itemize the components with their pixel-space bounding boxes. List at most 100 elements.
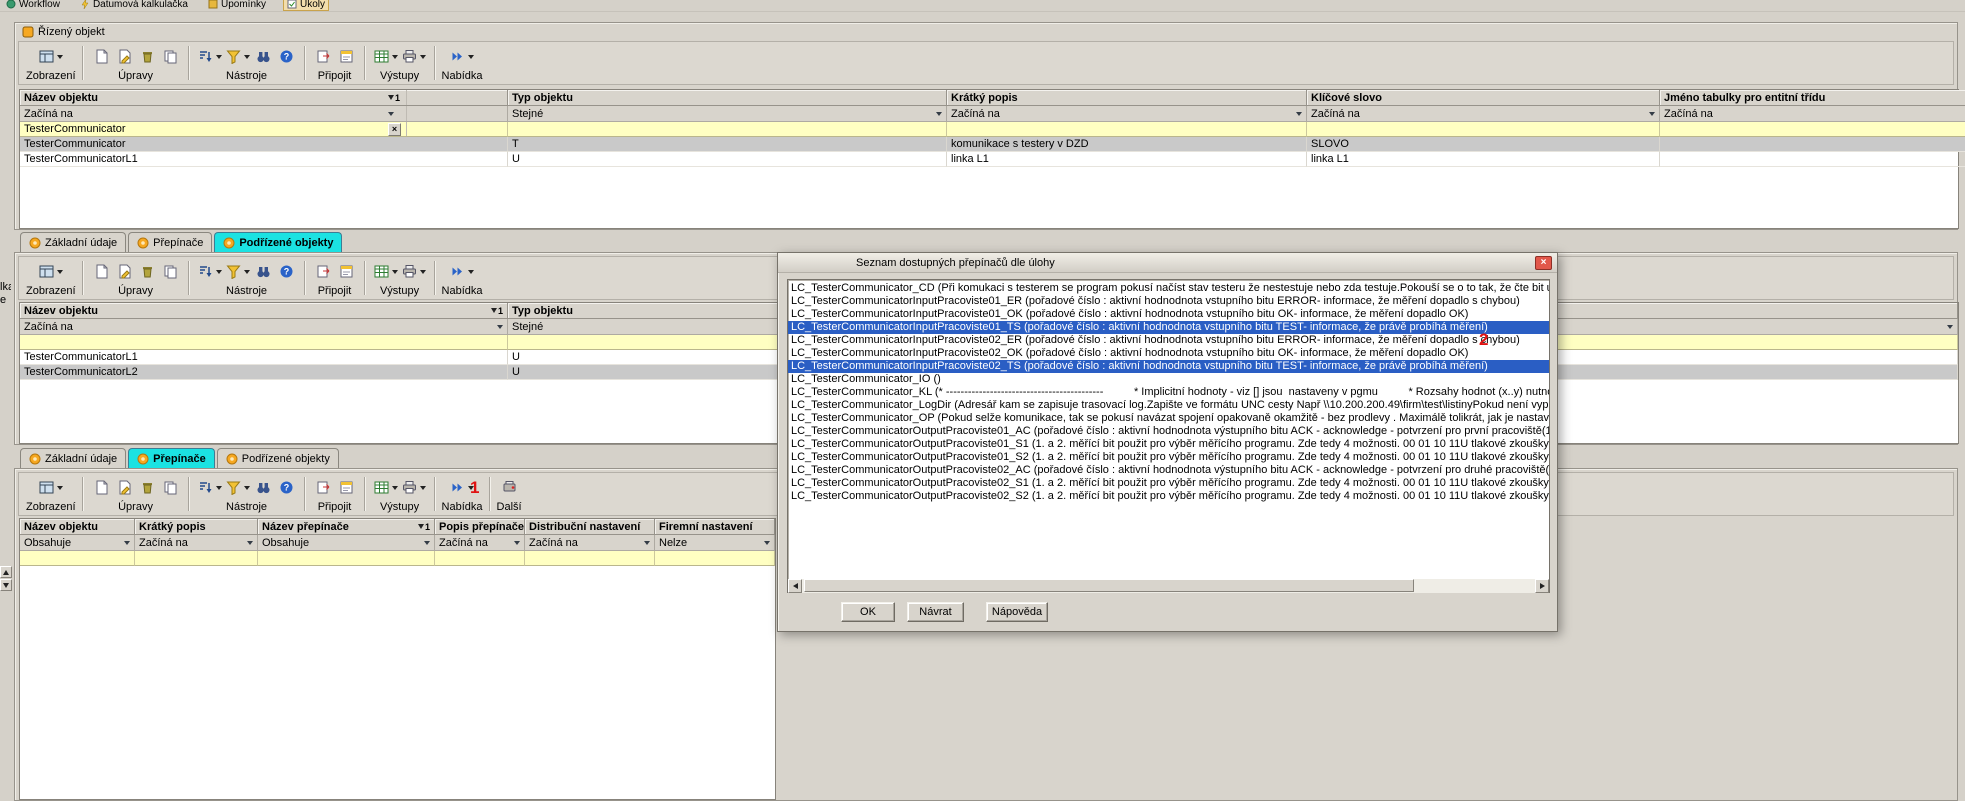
print-button[interactable] bbox=[400, 260, 428, 283]
edit-record-button[interactable] bbox=[113, 45, 136, 68]
filter-combo[interactable]: Začíná na bbox=[20, 106, 508, 122]
column-header-popis-prepinace[interactable]: Popis přepínače bbox=[435, 519, 525, 535]
column-header-nazev-objektu[interactable]: Název objektu1 bbox=[20, 90, 508, 106]
menu-item-ukoly[interactable]: Úkoly bbox=[283, 0, 329, 11]
search-button[interactable] bbox=[252, 260, 275, 283]
clear-filter-button[interactable]: × bbox=[388, 123, 401, 136]
form-button[interactable] bbox=[335, 476, 358, 499]
filter-value-input[interactable] bbox=[655, 551, 775, 566]
cell-klicove[interactable]: linka L1 bbox=[1307, 152, 1660, 167]
switch-list-item[interactable]: LC_TesterCommunicatorOutputPracoviste01_… bbox=[788, 425, 1549, 438]
view-menu-button[interactable] bbox=[37, 260, 65, 283]
cell-popis[interactable]: linka L1 bbox=[947, 152, 1307, 167]
switch-list-item[interactable]: LC_TesterCommunicatorInputPracoviste02_T… bbox=[788, 360, 1549, 373]
filter-combo[interactable]: Začíná na bbox=[135, 535, 258, 551]
help-button[interactable]: ? bbox=[275, 260, 298, 283]
switch-list-item[interactable]: LC_TesterCommunicator_KL (* ------------… bbox=[788, 386, 1549, 399]
column-header-jmeno-tabulky[interactable]: Jméno tabulky pro entitní třídu bbox=[1660, 90, 1965, 106]
switch-list-item[interactable]: LC_TesterCommunicatorOutputPracoviste01_… bbox=[788, 451, 1549, 464]
close-icon[interactable]: × bbox=[1535, 256, 1552, 270]
print-button[interactable] bbox=[400, 45, 428, 68]
scroll-up-button[interactable] bbox=[0, 566, 12, 578]
tab-prepinace[interactable]: Přepínače bbox=[128, 232, 212, 252]
switch-list-item[interactable]: LC_TesterCommunicatorInputPracoviste01_T… bbox=[788, 321, 1549, 334]
attach-button[interactable] bbox=[312, 476, 335, 499]
switch-list-item[interactable]: LC_TesterCommunicator_CD (Při komukaci s… bbox=[788, 282, 1549, 295]
column-header-distribucni-nastaveni[interactable]: Distribuční nastavení bbox=[525, 519, 655, 535]
filter-combo[interactable]: Začíná na bbox=[1660, 106, 1965, 122]
sort-button[interactable] bbox=[196, 476, 224, 499]
table-row[interactable]: TesterCommunicatorL1 U linka L1 linka L1 bbox=[20, 152, 1958, 167]
scroll-right-button[interactable] bbox=[1535, 579, 1549, 593]
column-header-firemni-nastaveni[interactable]: Firemní nastavení bbox=[655, 519, 775, 535]
attach-button[interactable] bbox=[312, 260, 335, 283]
filter-combo[interactable]: Začíná na bbox=[20, 319, 508, 335]
export-table-button[interactable] bbox=[372, 476, 400, 499]
switch-list-item[interactable]: LC_TesterCommunicatorOutputPracoviste02_… bbox=[788, 490, 1549, 503]
tab-zakladni-udaje[interactable]: Základní údaje bbox=[20, 232, 126, 252]
menu-item-workflow[interactable]: Workflow bbox=[3, 0, 63, 11]
column-header-typ-objektu[interactable]: Typ objektu bbox=[508, 90, 947, 106]
search-button[interactable] bbox=[252, 45, 275, 68]
filter-value-input[interactable] bbox=[1660, 122, 1965, 137]
tab-podrizene-objekty[interactable]: Podřízené objekty bbox=[217, 448, 339, 468]
new-record-button[interactable] bbox=[90, 260, 113, 283]
new-record-button[interactable] bbox=[90, 45, 113, 68]
switch-list-item[interactable]: LC_TesterCommunicatorInputPracoviste02_E… bbox=[788, 334, 1549, 347]
filter-combo[interactable]: Začíná na bbox=[435, 535, 525, 551]
filter-button[interactable] bbox=[224, 45, 252, 68]
menu-button[interactable] bbox=[448, 260, 476, 283]
cell-klicove[interactable]: SLOVO bbox=[1307, 137, 1660, 152]
filter-value-input[interactable] bbox=[508, 122, 947, 137]
filter-combo[interactable]: Začíná na bbox=[1307, 106, 1660, 122]
delete-record-button[interactable] bbox=[136, 45, 159, 68]
switch-list-item[interactable]: LC_TesterCommunicatorInputPracoviste01_O… bbox=[788, 308, 1549, 321]
delete-record-button[interactable] bbox=[136, 260, 159, 283]
export-table-button[interactable] bbox=[372, 260, 400, 283]
switch-list-item[interactable]: LC_TesterCommunicatorInputPracoviste02_O… bbox=[788, 347, 1549, 360]
tab-prepinace[interactable]: Přepínače bbox=[128, 448, 215, 468]
scroll-down-button[interactable] bbox=[0, 579, 12, 591]
view-menu-button[interactable] bbox=[37, 45, 65, 68]
export-table-button[interactable] bbox=[372, 45, 400, 68]
column-header-kratky-popis[interactable]: Krátký popis bbox=[947, 90, 1307, 106]
filter-value-input[interactable] bbox=[20, 335, 508, 350]
column-header-nazev-objektu[interactable]: Název objektu1 bbox=[20, 303, 508, 319]
cell-typ[interactable]: T bbox=[508, 137, 947, 152]
attach-button[interactable] bbox=[312, 45, 335, 68]
delete-record-button[interactable] bbox=[136, 476, 159, 499]
switch-list-item[interactable]: LC_TesterCommunicator_LogDir (Adresář ka… bbox=[788, 399, 1549, 412]
filter-combo[interactable]: Začíná na bbox=[525, 535, 655, 551]
sort-button[interactable] bbox=[196, 260, 224, 283]
edit-record-button[interactable] bbox=[113, 476, 136, 499]
menu-item-datumova-kalkulacka[interactable]: Datumová kalkulačka bbox=[77, 0, 191, 11]
filter-value-input[interactable]: TesterCommunicator× bbox=[20, 122, 508, 137]
column-header-kratky-popis[interactable]: Krátký popis bbox=[135, 519, 258, 535]
cell-nazev[interactable]: TesterCommunicatorL2 bbox=[20, 365, 508, 380]
filter-button[interactable] bbox=[224, 260, 252, 283]
cell-popis[interactable]: komunikace s testery v DZD bbox=[947, 137, 1307, 152]
filter-value-input[interactable] bbox=[135, 551, 258, 566]
help-button[interactable]: ? bbox=[275, 476, 298, 499]
filter-value-input[interactable] bbox=[20, 551, 135, 566]
filter-combo[interactable]: Obsahuje bbox=[20, 535, 135, 551]
tab-podrizene-objekty[interactable]: Podřízené objekty bbox=[214, 232, 342, 252]
dalsi-button[interactable] bbox=[498, 476, 521, 499]
menu-item-upominky[interactable]: Upomínky bbox=[205, 0, 269, 11]
filter-value-input[interactable] bbox=[525, 551, 655, 566]
cell-nazev[interactable]: TesterCommunicator bbox=[20, 137, 508, 152]
cell-jmeno[interactable] bbox=[1660, 152, 1965, 167]
dialog-titlebar[interactable]: Seznam dostupných přepínačů dle úlohy bbox=[778, 253, 1557, 273]
switch-list-item[interactable]: LC_TesterCommunicatorOutputPracoviste02_… bbox=[788, 464, 1549, 477]
switch-list-item[interactable]: LC_TesterCommunicatorOutputPracoviste01_… bbox=[788, 438, 1549, 451]
switch-list-item[interactable]: LC_TesterCommunicator_OP (Pokud selže ko… bbox=[788, 412, 1549, 425]
cell-typ[interactable]: U bbox=[508, 152, 947, 167]
column-header-nazev-prepinace[interactable]: Název přepínače1 bbox=[258, 519, 435, 535]
horizontal-scrollbar[interactable] bbox=[788, 579, 1549, 593]
copy-record-button[interactable] bbox=[159, 260, 182, 283]
table-row[interactable]: TesterCommunicator T komunikace s tester… bbox=[20, 137, 1958, 152]
filter-combo[interactable]: Nelze bbox=[655, 535, 775, 551]
filter-value-input[interactable] bbox=[258, 551, 435, 566]
column-header-klicove-slovo[interactable]: Klíčové slovo bbox=[1307, 90, 1660, 106]
filter-combo[interactable]: Obsahuje bbox=[258, 535, 435, 551]
